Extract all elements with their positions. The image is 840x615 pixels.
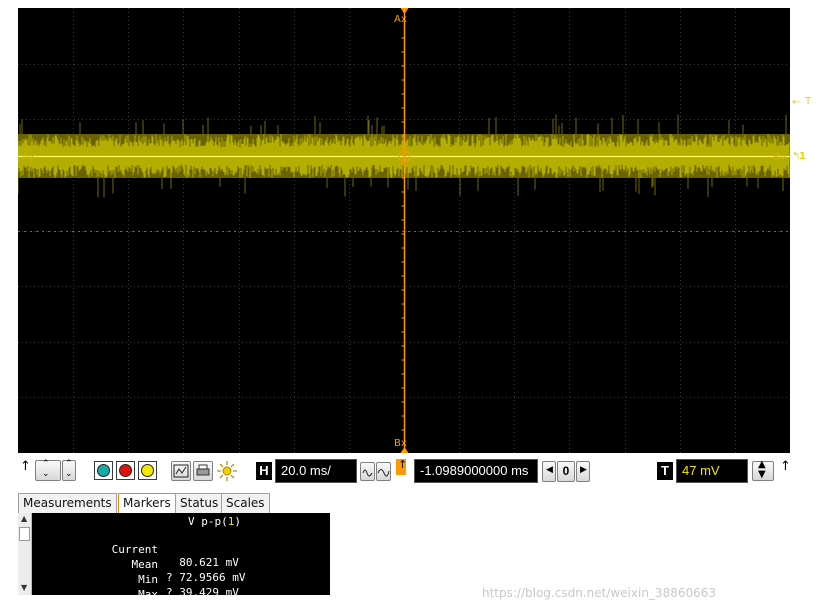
trigger-arrow-icon: ← bbox=[792, 97, 801, 108]
channel-1-button[interactable] bbox=[94, 461, 113, 480]
channel-3-button[interactable] bbox=[138, 461, 157, 480]
triangle-right-icon: ▶ bbox=[580, 465, 587, 475]
channel-2-button[interactable] bbox=[116, 461, 135, 480]
sine-wave-icon[interactable] bbox=[360, 462, 375, 481]
trigger-level-field[interactable]: 47 mV bbox=[676, 459, 748, 483]
trigger-button[interactable]: T bbox=[656, 461, 674, 481]
vertical-scale-button[interactable]: ⌃ ⌄ bbox=[35, 459, 61, 481]
vertical-offset-button[interactable]: ⌃ ⌄ bbox=[62, 459, 76, 481]
triangle-left-icon: ◀ bbox=[546, 465, 553, 475]
marker-b-label: Bx bbox=[394, 438, 407, 449]
tab-markers[interactable]: Markers bbox=[118, 493, 176, 513]
watermark: https://blog.csdn.net/weixin_38860663 bbox=[482, 586, 717, 600]
tab-status[interactable]: Status bbox=[175, 493, 224, 513]
chevron-down-icon: ⌄ bbox=[42, 469, 50, 479]
oscilloscope-window: Ax Bx Ay By ← T ↰ 1 ↑ ⌃ ⌄ ⌃ ⌄ H 20.0 ms/ bbox=[0, 0, 840, 615]
trace-left-label: Ay bbox=[22, 152, 35, 163]
waveform-icon[interactable] bbox=[171, 461, 191, 481]
waveform-svg bbox=[18, 8, 790, 453]
channel-ground-label: 1 bbox=[799, 151, 806, 162]
trigger-up-arrow-icon[interactable]: ↑ bbox=[780, 459, 791, 474]
trigger-level-label: T bbox=[805, 96, 812, 107]
printer-icon[interactable] bbox=[193, 461, 213, 481]
marker-a-label: Ax bbox=[394, 14, 407, 25]
sine-wave-alt-icon[interactable] bbox=[376, 462, 391, 481]
measurement-header: V p-p(1) bbox=[188, 515, 241, 528]
chevron-up-icon: ⌃ bbox=[42, 459, 50, 469]
brightness-icon[interactable] bbox=[216, 460, 238, 482]
horizontal-button[interactable]: H bbox=[255, 461, 273, 481]
delay-step-button[interactable]: 0 bbox=[557, 461, 575, 482]
delay-right-button[interactable]: ▶ bbox=[576, 461, 590, 482]
tab-scales[interactable]: Scales bbox=[221, 493, 270, 513]
tab-measurements[interactable]: Measurements bbox=[18, 493, 117, 513]
delay-field[interactable]: -1.0989000000 ms bbox=[414, 459, 538, 483]
trace-right-label: By bbox=[773, 152, 786, 163]
measurement-row: Max ? 400.000 mV bbox=[138, 588, 246, 614]
scroll-up-icon[interactable]: ▲ bbox=[21, 514, 27, 523]
up-arrow-icon[interactable]: ↑ bbox=[20, 459, 31, 474]
waveform-display[interactable]: Ax Bx Ay By bbox=[18, 8, 790, 453]
toolbar: ↑ ⌃ ⌄ ⌃ ⌄ H 20.0 ms/ ↑ -1.0989000000 ms … bbox=[18, 457, 791, 487]
trigger-marker-icon[interactable]: ↑ bbox=[396, 458, 407, 475]
timebase-field[interactable]: 20.0 ms/ bbox=[275, 459, 357, 483]
delay-left-button[interactable]: ◀ bbox=[542, 461, 556, 482]
measurements-panel: ▲ ▼ V p-p(1) Current 80.621 mV Mean ? 72… bbox=[18, 513, 330, 614]
trigger-level-stepper[interactable]: ▲ ▼ bbox=[752, 459, 774, 481]
